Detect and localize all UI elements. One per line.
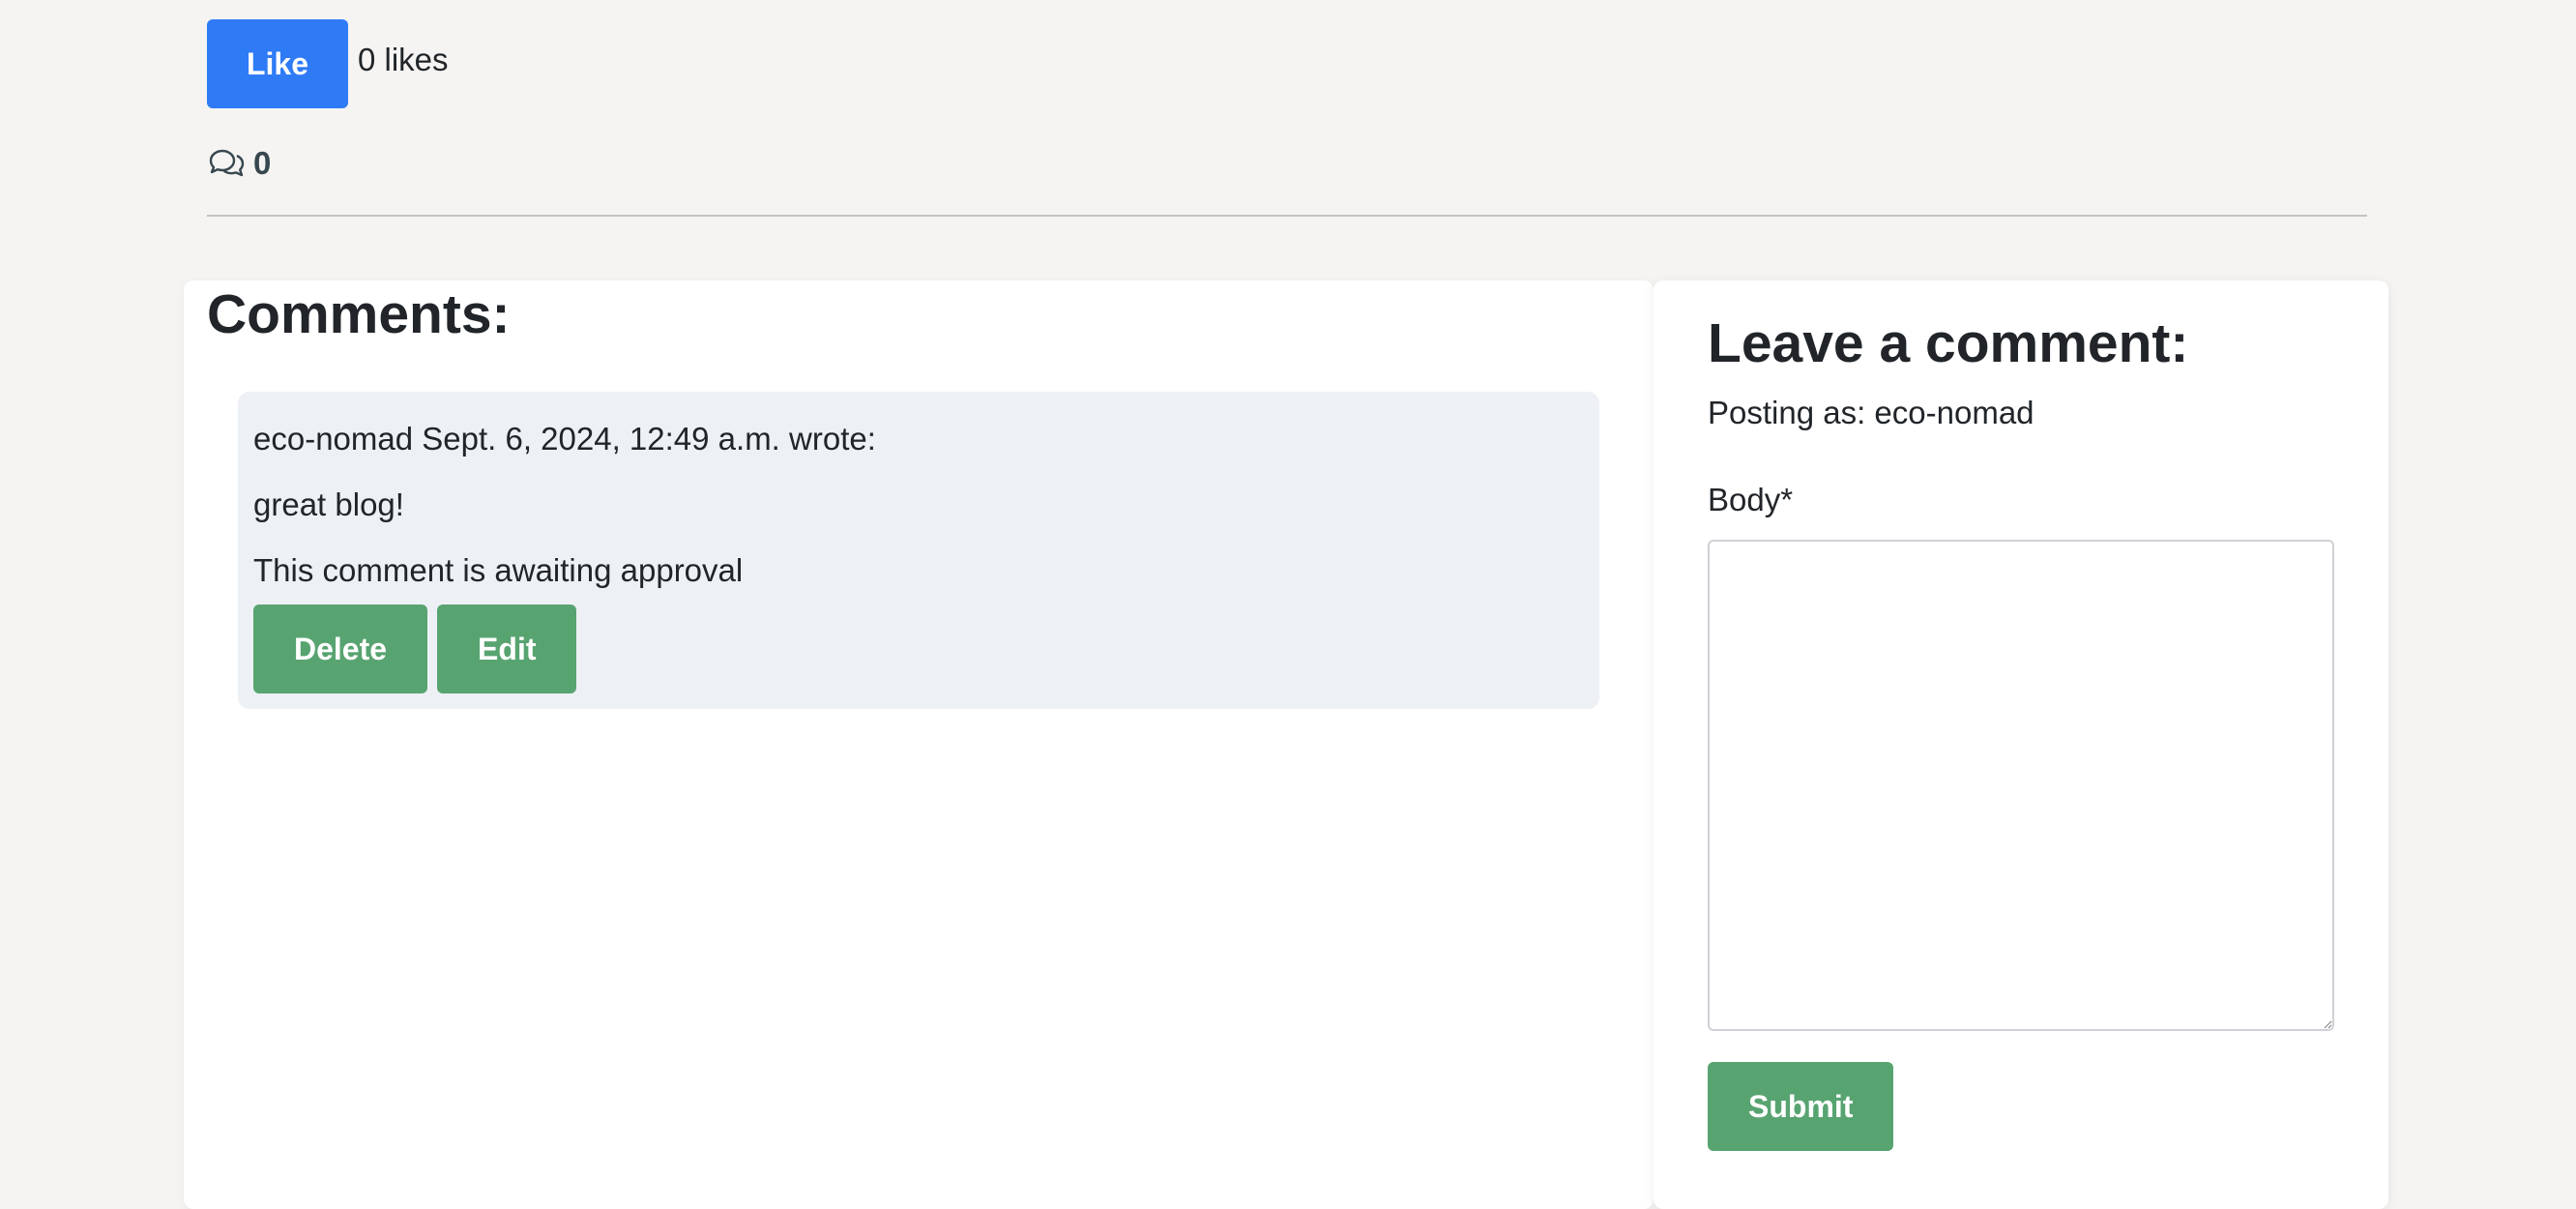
edit-button[interactable]: Edit — [437, 604, 577, 693]
comment-item: eco-nomad Sept. 6, 2024, 12:49 a.m. wrot… — [238, 392, 1599, 709]
comment-count: 0 — [253, 145, 272, 181]
divider — [207, 215, 2367, 217]
leave-comment-title: Leave a comment: — [1708, 312, 2189, 374]
delete-button[interactable]: Delete — [253, 604, 428, 693]
comment-actions: Delete Edit — [253, 604, 577, 693]
leave-comment-card: Leave a comment: Posting as: eco-nomad B… — [1654, 280, 2388, 1209]
comment-count-row: 0 — [207, 145, 271, 182]
like-button[interactable]: Like — [207, 19, 348, 108]
comment-meta: eco-nomad Sept. 6, 2024, 12:49 a.m. wrot… — [253, 421, 876, 457]
like-row: Like 0 likes — [207, 19, 449, 108]
body-textarea[interactable] — [1708, 540, 2334, 1031]
comment-body: great blog! — [253, 487, 404, 522]
comment-status: This comment is awaiting approval — [253, 552, 744, 588]
posting-as: Posting as: eco-nomad — [1708, 395, 2034, 430]
comments-icon — [207, 146, 246, 181]
comments-title: Comments: — [207, 283, 511, 345]
body-label: Body* — [1708, 482, 1794, 517]
submit-button[interactable]: Submit — [1708, 1062, 1894, 1151]
likes-count: 0 likes — [358, 42, 449, 77]
comments-card: Comments: eco-nomad Sept. 6, 2024, 12:49… — [184, 280, 1654, 1209]
